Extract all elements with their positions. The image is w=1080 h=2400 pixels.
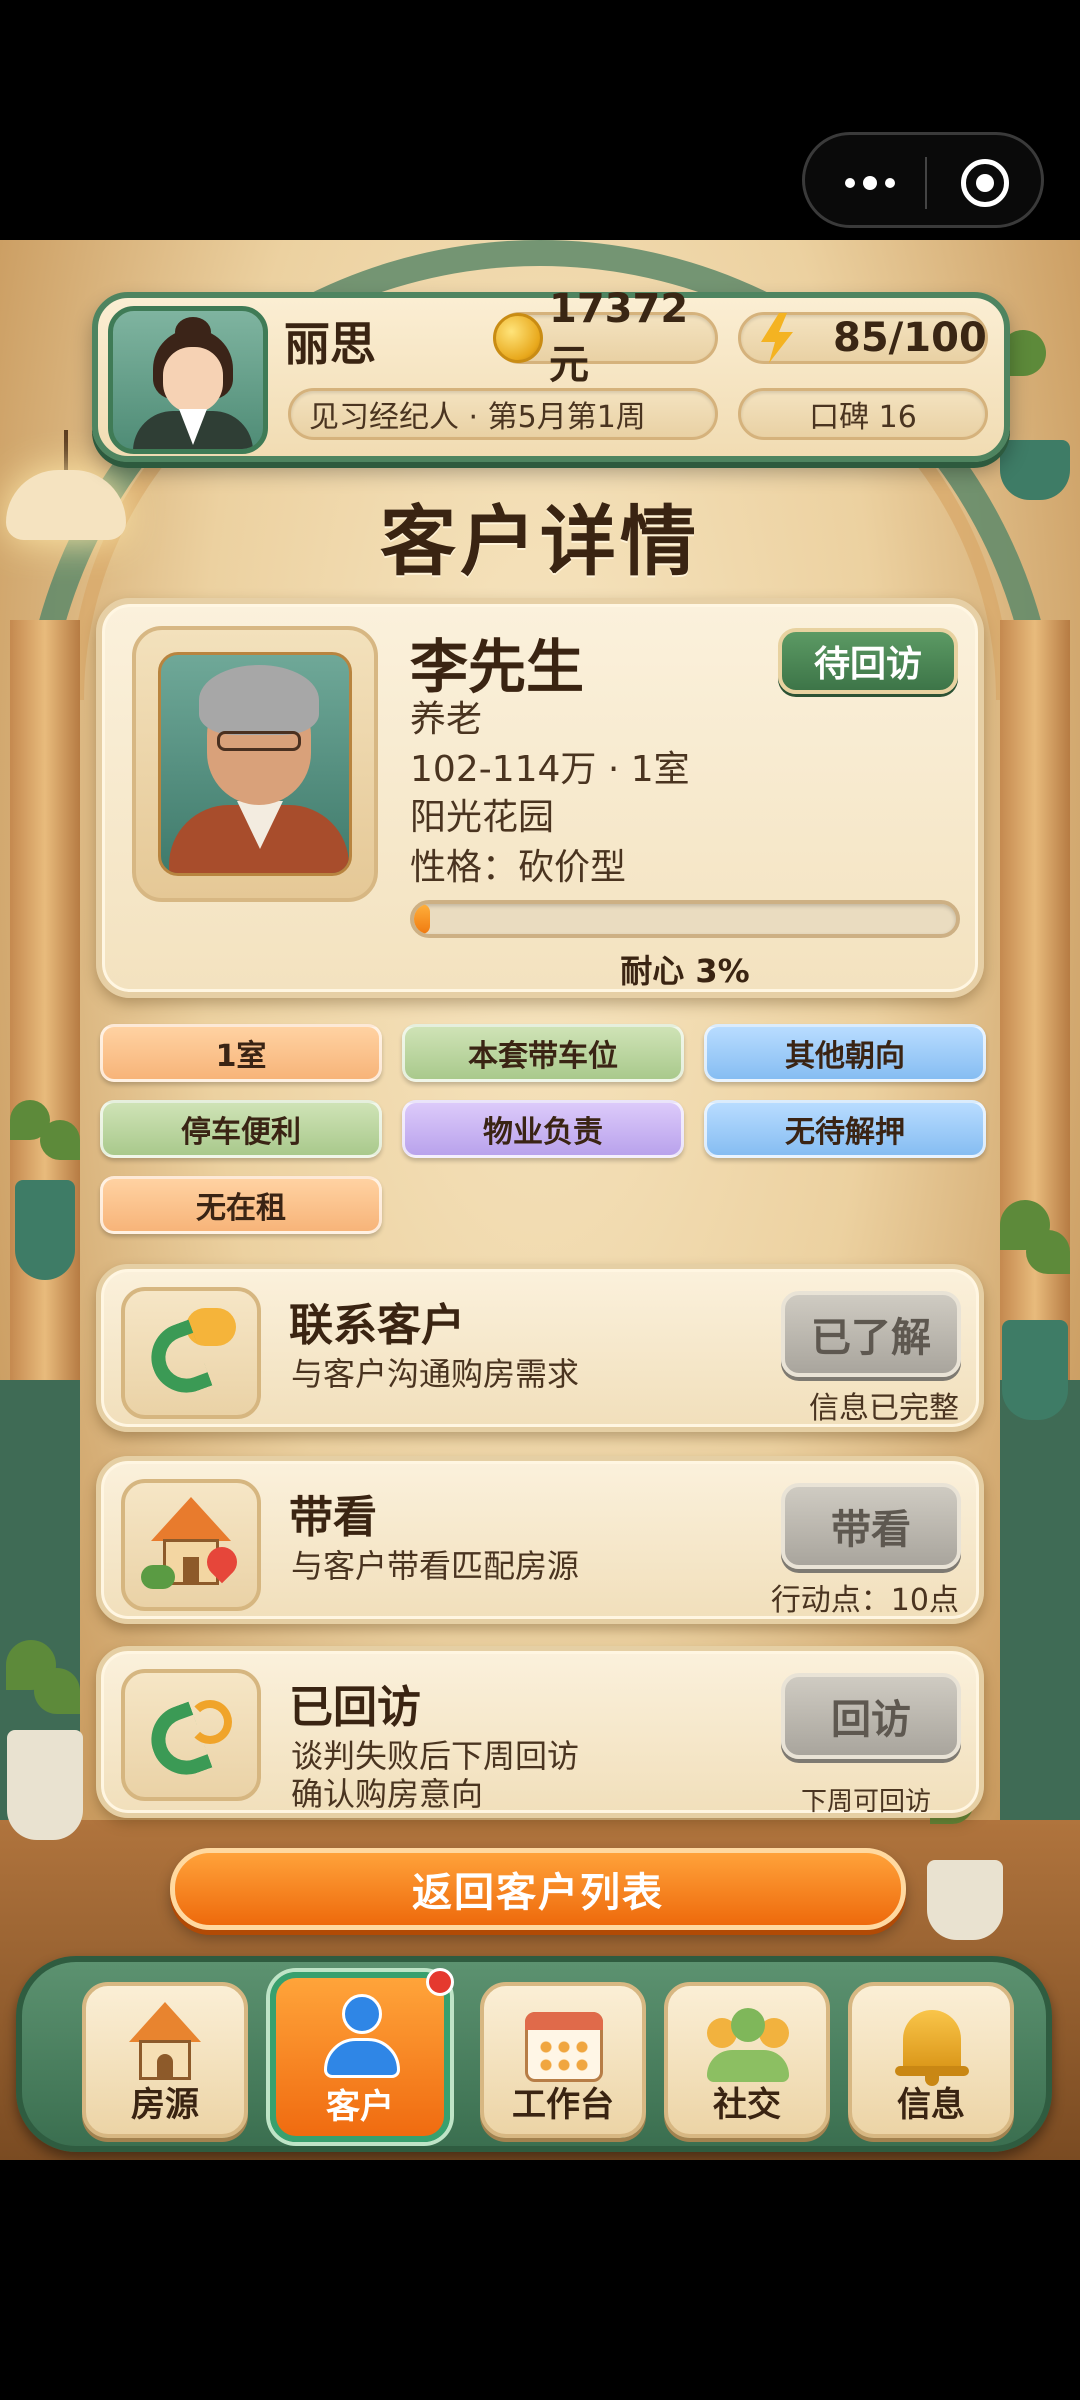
revisit-desc-line2: 确认购房意向	[291, 1775, 484, 1813]
nav-listings[interactable]: 房源	[82, 1982, 248, 2138]
revisit-title: 已回访	[289, 1682, 421, 1733]
more-icon[interactable]	[835, 163, 905, 203]
client-personality: 性格：砍价型	[410, 847, 627, 888]
energy-counter: 85/100	[738, 312, 988, 364]
reputation-info: 口碑 16	[738, 388, 988, 440]
revisit-desc-line1: 谈判失败后下周回访	[291, 1737, 580, 1775]
client-tags: 1室 本套带车位 其他朝向 停车便利 物业负责 无待解押 无在租	[100, 1024, 986, 1234]
status-badge[interactable]: 待回访	[778, 628, 958, 694]
energy-value: 85/100	[833, 315, 987, 361]
potted-plant-right	[990, 1200, 1080, 1420]
person-icon	[320, 1994, 400, 2078]
contact-sub: 信息已完整	[809, 1391, 959, 1426]
nav-listings-label: 房源	[131, 2085, 199, 2125]
nav-clients-label: 客户	[326, 2087, 394, 2127]
nav-messages-label: 信息	[897, 2085, 965, 2125]
contact-desc: 与客户沟通购房需求	[291, 1355, 580, 1393]
revisit-card: 已回访 谈判失败后下周回访 确认购房意向 回访 下周可回访	[96, 1646, 984, 1818]
revisit-desc: 谈判失败后下周回访 确认购房意向	[291, 1737, 579, 1813]
player-header: 丽思 17372元 85/100 见习经纪人 · 第5月第1周 口碑 16	[92, 286, 1010, 462]
capsule-divider	[925, 157, 927, 209]
house-location-icon	[121, 1479, 261, 1611]
nav-social-label: 社交	[713, 2085, 781, 2125]
player-name: 丽思	[284, 317, 376, 371]
potted-plant-left	[0, 1100, 90, 1280]
understood-button[interactable]: 已了解	[781, 1291, 961, 1377]
tag: 本套带车位	[402, 1024, 684, 1082]
viewing-title: 带看	[289, 1492, 377, 1543]
viewing-card: 带看 与客户带看匹配房源 带看 行动点：10点	[96, 1456, 984, 1624]
rank-info: 见习经纪人 · 第5月第1周	[288, 388, 718, 440]
patience-bar	[410, 900, 960, 938]
people-group-icon	[707, 2002, 789, 2086]
tag: 物业负责	[402, 1100, 684, 1158]
client-portrait	[132, 626, 378, 902]
miniprogram-capsule	[802, 132, 1044, 228]
house-icon	[125, 2002, 205, 2086]
potted-plant-bottom-left	[0, 1640, 90, 1840]
revisit-sub: 下周可回访	[800, 1787, 931, 1817]
viewing-sub: 行动点：10点	[770, 1583, 959, 1618]
contact-client-card: 联系客户 与客户沟通购房需求 已了解 信息已完整	[96, 1264, 984, 1432]
notification-dot	[426, 1968, 454, 1996]
tag: 无在租	[100, 1176, 382, 1234]
coin-icon	[493, 313, 543, 363]
player-avatar[interactable]	[108, 306, 268, 454]
bottom-blank-area	[0, 2160, 1080, 2400]
nav-social[interactable]: 社交	[664, 1982, 830, 2138]
rank-text: 见习经纪人 · 第5月第1周	[309, 400, 646, 435]
client-purpose: 养老	[410, 699, 483, 740]
revisit-button[interactable]: 回访	[781, 1673, 961, 1759]
bottom-nav: 房源 客户 工作台 社交 信息	[16, 1956, 1052, 2152]
nav-clients[interactable]: 客户	[270, 1968, 454, 2142]
client-budget: 102-114万 · 1室	[410, 749, 690, 790]
client-detail-card: 李先生 养老 102-114万 · 1室 阳光花园 性格：砍价型 待回访 耐心 …	[96, 598, 984, 998]
client-community: 阳光花园	[410, 797, 555, 838]
tag: 停车便利	[100, 1100, 382, 1158]
status-bar-area	[0, 0, 1080, 240]
phone-chat-icon	[121, 1287, 261, 1419]
lightning-icon	[761, 313, 793, 363]
return-to-client-list-button[interactable]: 返回客户列表	[170, 1848, 906, 1930]
tag: 其他朝向	[704, 1024, 986, 1082]
viewing-desc: 与客户带看匹配房源	[291, 1547, 580, 1585]
close-miniprogram-icon[interactable]	[961, 159, 1009, 207]
nav-workbench-label: 工作台	[512, 2085, 614, 2125]
patience-bar-fill	[414, 904, 431, 934]
bell-icon	[891, 2002, 971, 2086]
contact-title: 联系客户	[289, 1300, 465, 1351]
coins-counter: 17372元	[493, 286, 718, 388]
tag: 无待解押	[704, 1100, 986, 1158]
patience-label: 耐心 3%	[620, 952, 750, 990]
calendar-icon	[523, 2002, 603, 2086]
page-title: 客户详情	[380, 497, 700, 586]
viewing-button[interactable]: 带看	[781, 1483, 961, 1569]
nav-workbench[interactable]: 工作台	[480, 1982, 646, 2138]
phone-refresh-icon	[121, 1669, 261, 1801]
tag: 1室	[100, 1024, 382, 1082]
coins-value: 17372元	[549, 286, 689, 388]
reputation-text: 口碑 16	[809, 400, 917, 435]
nav-messages[interactable]: 信息	[848, 1982, 1014, 2138]
